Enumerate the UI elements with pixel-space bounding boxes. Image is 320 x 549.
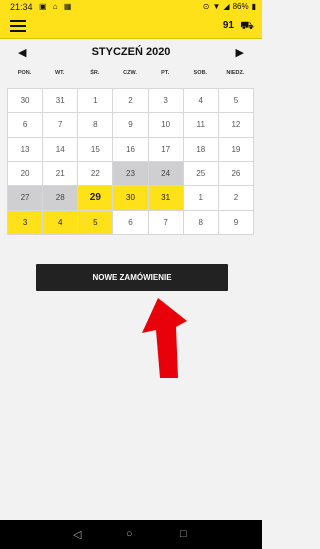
new-order-button[interactable]: NOWE ZAMÓWIENIE bbox=[36, 264, 228, 291]
signal-icon: ◢ bbox=[223, 2, 230, 11]
red-arrow-shape bbox=[142, 298, 187, 378]
truck-icon[interactable]: ⛟ bbox=[240, 20, 254, 34]
day-cell[interactable]: 26 bbox=[218, 162, 254, 187]
hamburger-menu-icon[interactable] bbox=[10, 20, 26, 32]
day-cell[interactable]: 6 bbox=[8, 113, 44, 138]
weekday-label: PT. bbox=[161, 70, 170, 76]
day-cell[interactable]: 31 bbox=[148, 186, 184, 211]
day-cell[interactable]: 19 bbox=[218, 137, 254, 162]
android-nav-bar: ◁ ○ □ bbox=[0, 520, 262, 549]
weekday-label: CZW. bbox=[123, 70, 137, 76]
day-cell[interactable]: 4 bbox=[43, 210, 79, 235]
day-cell[interactable]: 16 bbox=[113, 137, 149, 162]
day-cell[interactable]: 12 bbox=[218, 113, 254, 138]
calendar-grid: 30 31 1 2 3 4 5 6 7 8 9 10 11 12 13 14 15 16 17 18 19 20 21 22 2… bbox=[7, 88, 254, 235]
day-cell[interactable]: 24 bbox=[148, 162, 184, 187]
weekday-label: PON. bbox=[17, 70, 32, 76]
day-cell[interactable]: 3 bbox=[148, 89, 184, 114]
day-cell[interactable]: 10 bbox=[148, 113, 184, 138]
day-cell[interactable]: 2 bbox=[218, 186, 254, 211]
day-cell[interactable]: 25 bbox=[183, 162, 219, 187]
day-cell[interactable]: 14 bbox=[43, 137, 79, 162]
day-cell[interactable]: 6 bbox=[113, 210, 149, 235]
home-nav-icon[interactable]: ○ bbox=[126, 528, 133, 540]
notification-icons: ▣ ⌂ ▦ bbox=[39, 2, 74, 11]
status-icons: ⊙ ▼ ◢ 86% ▮ bbox=[203, 2, 256, 11]
day-cell[interactable]: 21 bbox=[43, 162, 79, 187]
day-cell[interactable]: 1 bbox=[78, 89, 114, 114]
day-cell[interactable]: 29 bbox=[78, 186, 114, 211]
day-cell[interactable]: 4 bbox=[183, 89, 219, 114]
weekday-label: ŚR. bbox=[90, 70, 100, 76]
day-cell[interactable]: 13 bbox=[8, 137, 44, 162]
day-cell[interactable]: 31 bbox=[43, 89, 79, 114]
back-nav-icon[interactable]: ◁ bbox=[73, 528, 81, 541]
day-cell[interactable]: 18 bbox=[183, 137, 219, 162]
day-cell[interactable]: 7 bbox=[148, 210, 184, 235]
day-cell[interactable]: 5 bbox=[78, 210, 114, 235]
chevron-right-icon[interactable]: ▶ bbox=[236, 46, 244, 59]
day-cell[interactable]: 30 bbox=[113, 186, 149, 211]
red-arrow-annotation bbox=[142, 298, 187, 378]
wifi-icon: ▼ bbox=[212, 2, 221, 11]
day-cell[interactable]: 28 bbox=[43, 186, 79, 211]
day-cell[interactable]: 7 bbox=[43, 113, 79, 138]
weekday-header-row: PON. WT. ŚR. CZW. PT. SOB. NIEDZ. bbox=[7, 70, 253, 82]
battery-icon: ▮ bbox=[251, 2, 256, 11]
status-bar: 21:34 ▣ ⌂ ▦ ⊙ ▼ ◢ 86% ▮ bbox=[0, 0, 262, 14]
day-cell[interactable]: 8 bbox=[78, 113, 114, 138]
day-cell[interactable]: 20 bbox=[8, 162, 44, 187]
day-cell[interactable]: 8 bbox=[183, 210, 219, 235]
day-cell[interactable]: 23 bbox=[113, 162, 149, 187]
day-cell[interactable]: 2 bbox=[113, 89, 149, 114]
day-cell[interactable]: 17 bbox=[148, 137, 184, 162]
app-bar: 91 ⛟ bbox=[0, 14, 262, 39]
day-cell[interactable]: 9 bbox=[218, 210, 254, 235]
day-cell[interactable]: 22 bbox=[78, 162, 114, 187]
calendar-header: ◀ STYCZEŃ 2020 ▶ bbox=[0, 40, 262, 66]
vehicle-count: 91 bbox=[222, 20, 234, 31]
weekday-label: WT. bbox=[54, 70, 65, 76]
month-title: STYCZEŃ 2020 bbox=[91, 46, 171, 58]
day-cell[interactable]: 5 bbox=[218, 89, 254, 114]
day-cell[interactable]: 1 bbox=[183, 186, 219, 211]
alarm-icon: ⊙ bbox=[202, 2, 210, 11]
day-cell[interactable]: 3 bbox=[8, 210, 44, 235]
recents-nav-icon[interactable]: □ bbox=[180, 528, 187, 540]
day-cell[interactable]: 15 bbox=[78, 137, 114, 162]
day-cell[interactable]: 11 bbox=[183, 113, 219, 138]
battery-percent: 86% bbox=[232, 2, 249, 11]
weekday-label: SOB. bbox=[193, 70, 207, 76]
day-cell[interactable]: 30 bbox=[8, 89, 44, 114]
status-time: 21:34 bbox=[10, 2, 33, 12]
weekday-label: NIEDZ. bbox=[226, 70, 245, 76]
day-cell[interactable]: 27 bbox=[8, 186, 44, 211]
day-cell[interactable]: 9 bbox=[113, 113, 149, 138]
